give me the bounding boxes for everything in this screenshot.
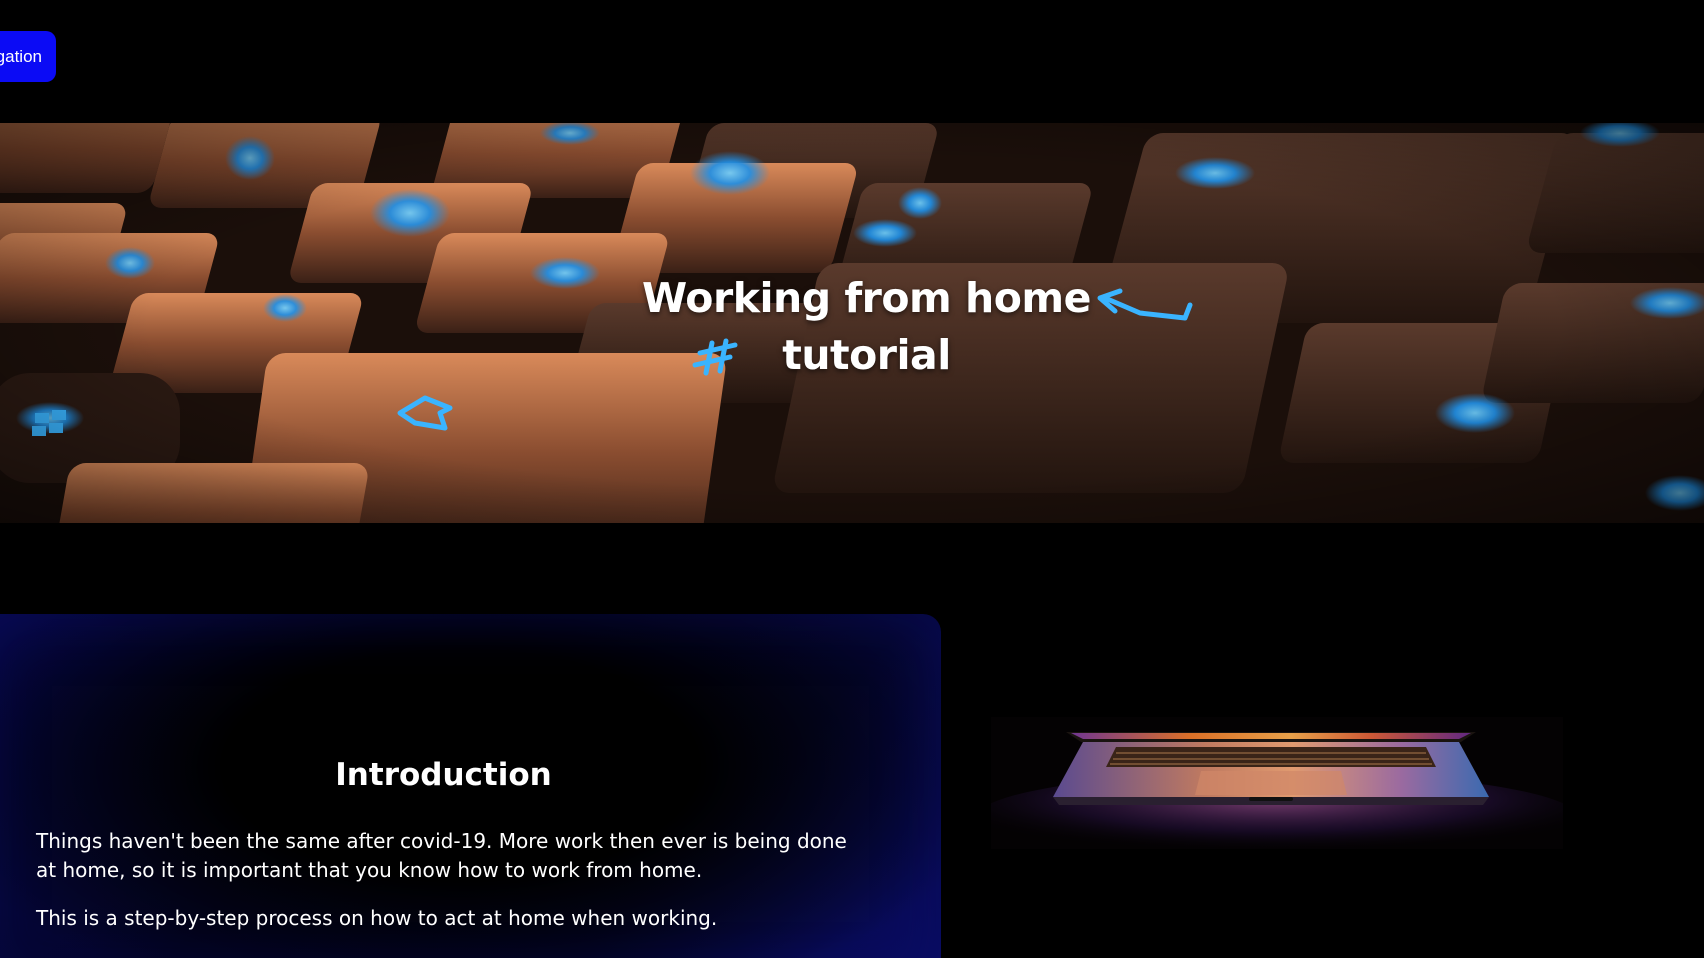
laptop-photo	[991, 717, 1563, 849]
page-title-line2: tutorial	[782, 331, 951, 379]
hero-banner: Working from home tutorial	[0, 123, 1704, 523]
introduction-card: Introduction Things haven't been the sam…	[0, 614, 941, 958]
page-title-line1: Working from home	[642, 274, 1091, 322]
introduction-heading: Introduction	[335, 757, 552, 793]
navigation-toggle-button[interactable]: gation	[0, 31, 56, 82]
page-title: Working from home tutorial	[0, 270, 1704, 384]
introduction-paragraph-2: This is a step-by-step process on how to…	[36, 906, 718, 930]
laptop-image	[991, 717, 1563, 849]
introduction-paragraph-1: Things haven't been the same after covid…	[36, 829, 847, 882]
page: gation Working from home tutorial Introd…	[0, 0, 1704, 958]
